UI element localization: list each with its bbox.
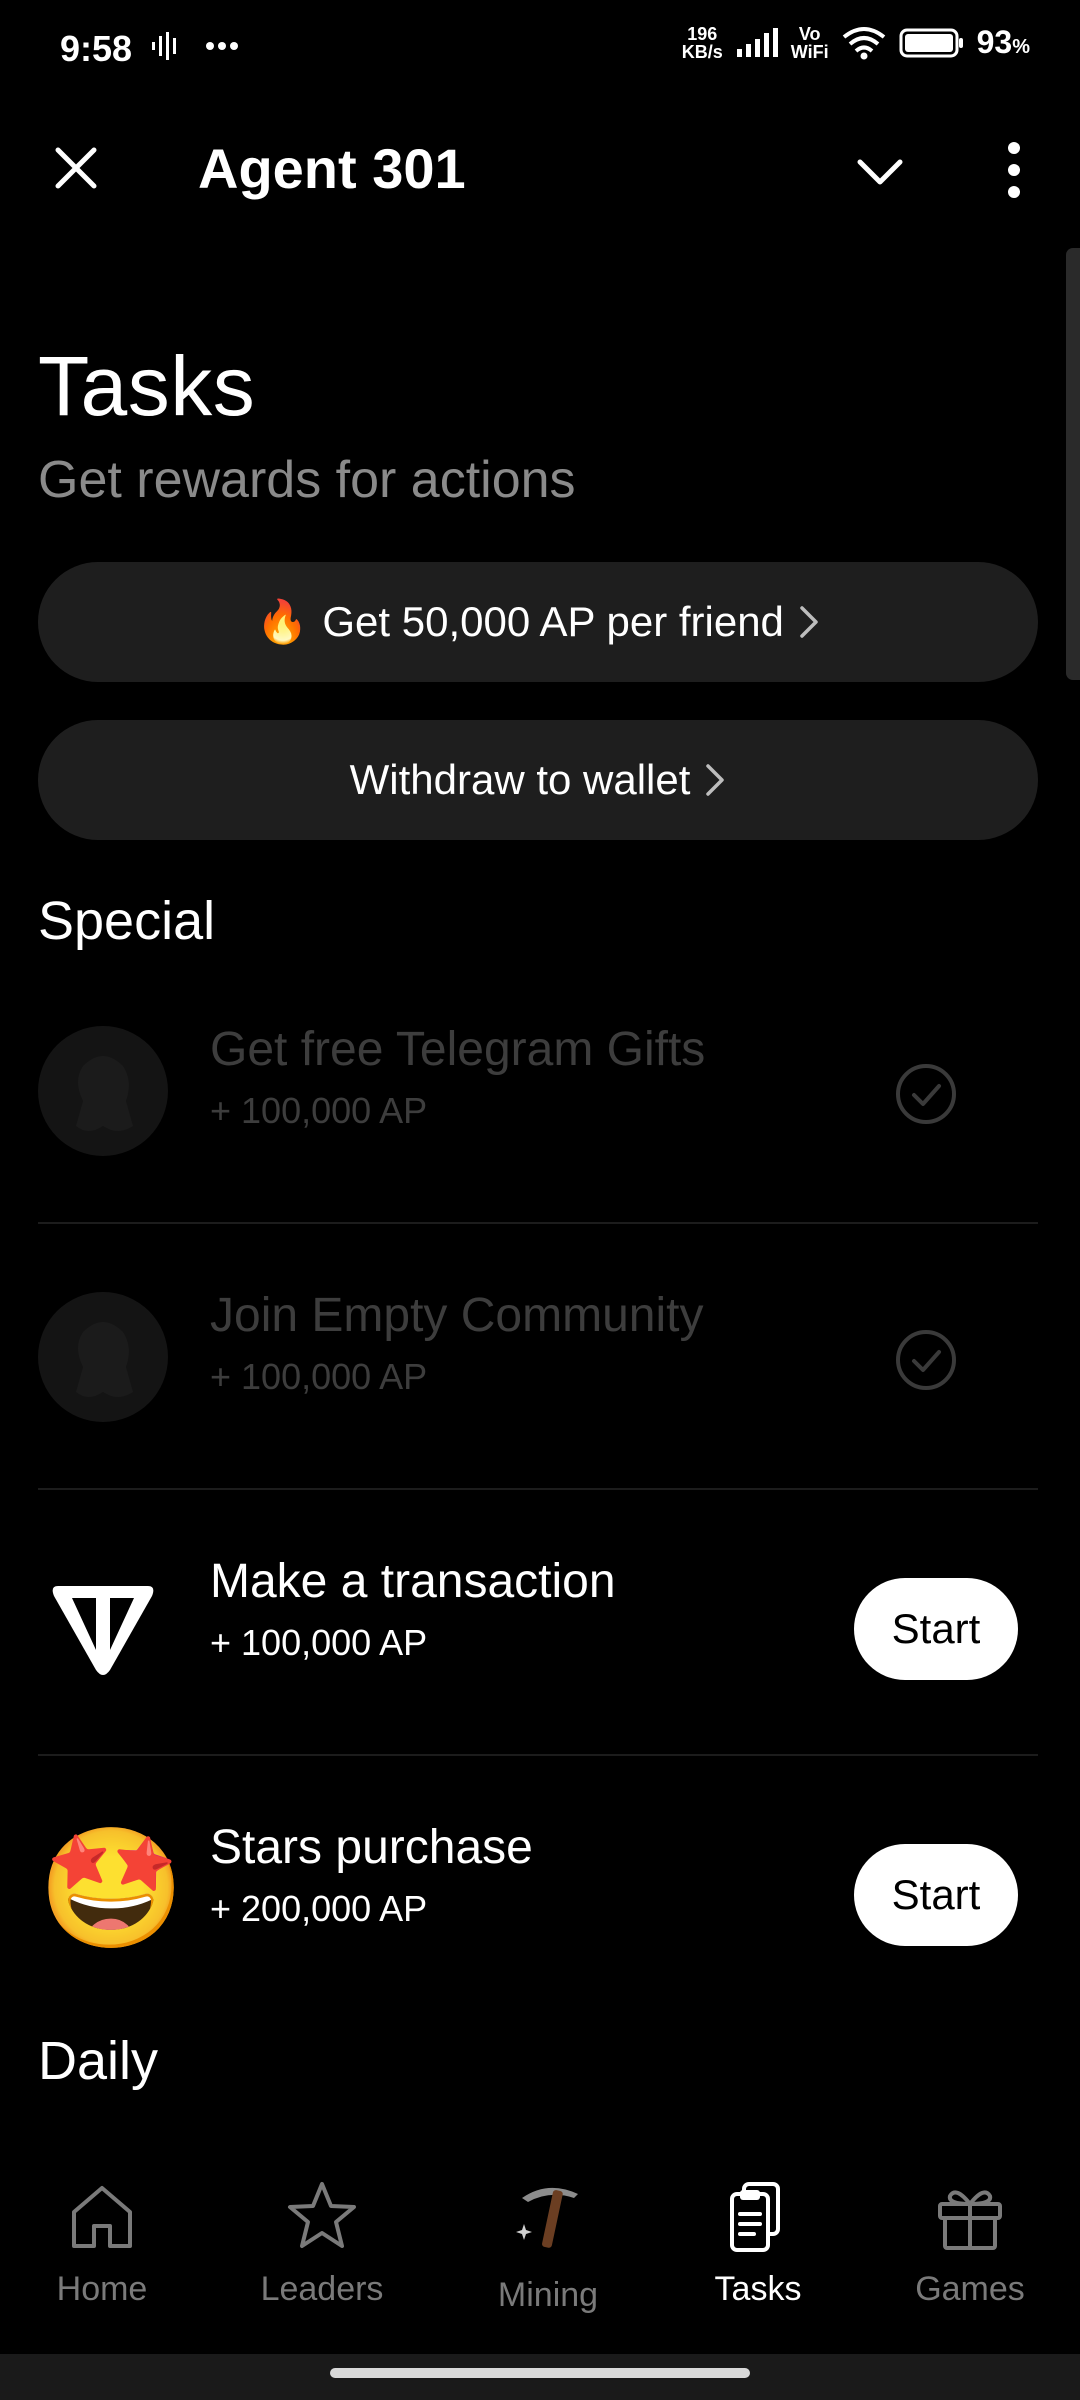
- section-heading-daily: Daily: [38, 2031, 159, 2091]
- task-reward: + 100,000 AP: [210, 1356, 428, 1397]
- nav-label: Tasks: [714, 2270, 802, 2308]
- net-speed-value: 196: [687, 23, 718, 44]
- nav-label: Games: [915, 2270, 1025, 2308]
- task-title: Get free Telegram Gifts: [210, 1023, 706, 1076]
- chevron-down-icon[interactable]: [852, 144, 908, 200]
- close-icon[interactable]: [48, 140, 104, 196]
- battery-percent-value: 93: [976, 24, 1013, 60]
- vowifi-top: Vo: [798, 23, 821, 44]
- battery-icon: [899, 28, 963, 57]
- app-title: Agent 301: [198, 137, 466, 200]
- battery-percent: 93%: [977, 24, 1030, 61]
- nav-label: Mining: [497, 2276, 599, 2314]
- wifi-icon: [842, 26, 885, 59]
- task-row-stars-purchase: 🤩 Stars purchase + 200,000 AP Start: [38, 1764, 1038, 2028]
- task-title: Make a transaction: [210, 1555, 616, 1608]
- nav-item-home[interactable]: Home: [2, 2176, 202, 2309]
- task-row-telegram-gifts[interactable]: Get free Telegram Gifts + 100,000 AP: [38, 966, 1038, 1230]
- nav-item-games[interactable]: Games: [870, 2176, 1070, 2309]
- page-subtitle: Get rewards for actions: [38, 451, 576, 509]
- task-reward: + 100,000 AP: [210, 1090, 428, 1131]
- net-speed-unit: KB/s: [681, 41, 723, 62]
- withdraw-wallet-button[interactable]: Withdraw to wallet: [38, 720, 1038, 840]
- nav-item-leaders[interactable]: Leaders: [222, 2176, 422, 2309]
- nav-item-mining[interactable]: Mining: [448, 2176, 648, 2315]
- vowifi-indicator: Vo WiFi: [791, 25, 829, 61]
- divider: [38, 1488, 1038, 1490]
- chevron-right-icon: [800, 606, 818, 638]
- nav-label: Leaders: [260, 2270, 384, 2308]
- more-vertical-icon[interactable]: [1000, 140, 1028, 200]
- pickaxe-icon: [516, 2187, 578, 2248]
- more-notifications-icon: [206, 42, 238, 50]
- task-reward: + 200,000 AP: [210, 1888, 428, 1929]
- start-button[interactable]: Start: [854, 1844, 1018, 1946]
- nav-item-tasks[interactable]: Tasks: [658, 2176, 858, 2309]
- voice-recording-icon: [152, 32, 176, 60]
- check-circle-icon: [896, 1330, 956, 1390]
- bottom-navigation: Home Leaders Mining Tasks Games: [0, 2150, 1080, 2350]
- invite-friend-button[interactable]: 🔥 Get 50,000 AP per friend: [38, 562, 1038, 682]
- frog-avatar-icon: [38, 1026, 168, 1156]
- task-title: Stars purchase: [210, 1821, 533, 1874]
- withdraw-wallet-label: Withdraw to wallet: [349, 756, 691, 803]
- status-right-icons: 196 KB/s Vo WiFi 93%: [682, 24, 1030, 61]
- status-time: 9:58: [60, 28, 133, 69]
- gift-icon: [938, 2190, 1002, 2250]
- divider: [38, 1754, 1038, 1756]
- divider: [38, 1222, 1038, 1224]
- task-title: Join Empty Community: [210, 1289, 704, 1342]
- check-circle-icon: [896, 1064, 956, 1124]
- home-icon: [72, 2186, 132, 2248]
- start-button[interactable]: Start: [854, 1578, 1018, 1680]
- scrollbar-thumb[interactable]: [1066, 248, 1080, 680]
- cell-signal-icon: [736, 27, 778, 57]
- battery-percent-symbol: %: [1012, 36, 1030, 58]
- section-heading-special: Special: [38, 891, 216, 951]
- task-reward: + 100,000 AP: [210, 1622, 428, 1663]
- net-speed: 196 KB/s: [682, 25, 723, 61]
- nav-label: Home: [56, 2270, 148, 2308]
- star-struck-emoji-icon: 🤩: [38, 1823, 185, 1955]
- page-title: Tasks: [38, 339, 256, 433]
- frog-avatar-icon: [38, 1292, 168, 1422]
- task-row-empty-community[interactable]: Join Empty Community + 100,000 AP: [38, 1232, 1038, 1496]
- ton-logo-icon: [52, 1586, 154, 1675]
- vowifi-bottom: WiFi: [790, 41, 829, 62]
- status-left-icons: [150, 30, 240, 62]
- star-icon: [288, 2182, 356, 2248]
- chevron-right-icon: [706, 764, 725, 796]
- invite-friend-label: Get 50,000 AP per friend: [322, 598, 784, 645]
- task-row-make-transaction: Make a transaction + 100,000 AP Start: [38, 1498, 1038, 1762]
- fire-icon: 🔥: [256, 597, 309, 645]
- clipboard-icon: [730, 2182, 780, 2252]
- home-indicator[interactable]: [330, 2368, 750, 2378]
